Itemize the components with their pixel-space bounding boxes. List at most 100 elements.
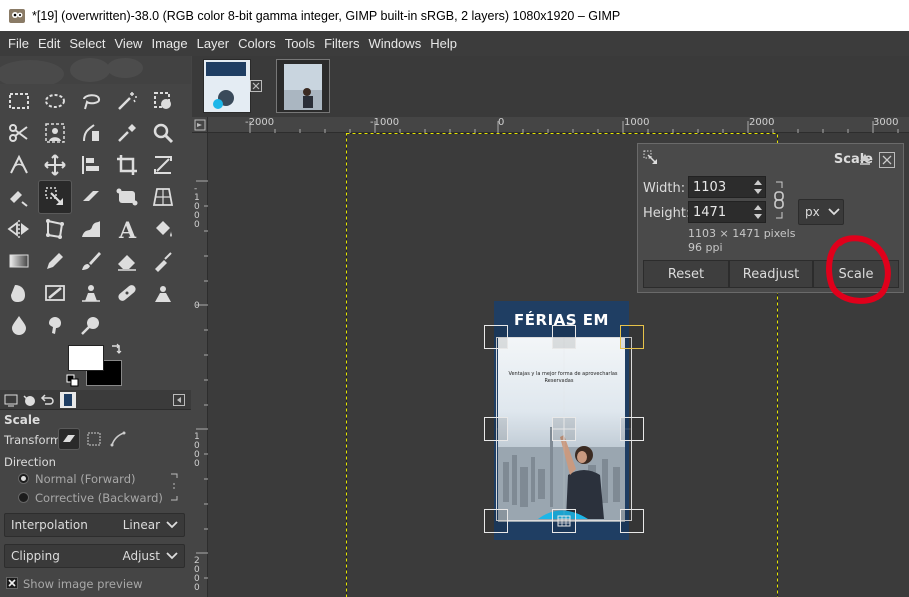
interpolation-dropdown[interactable]: Interpolation Linear bbox=[4, 513, 185, 537]
show-preview-checkbox[interactable] bbox=[6, 577, 18, 589]
scale-handle-bottom-left[interactable] bbox=[484, 509, 508, 533]
airbrush-icon[interactable] bbox=[148, 246, 178, 276]
menu-file[interactable]: File bbox=[4, 36, 33, 51]
scale-handle-top-right[interactable] bbox=[620, 325, 644, 349]
unit-value: px bbox=[805, 205, 820, 219]
scale-handle-middle-right[interactable] bbox=[620, 417, 644, 441]
rect-select-icon[interactable] bbox=[4, 86, 34, 116]
pin-dialog-icon[interactable] bbox=[859, 153, 871, 165]
menu-layer[interactable]: Layer bbox=[193, 36, 234, 51]
move-icon[interactable] bbox=[40, 150, 70, 180]
direction-normal-radio[interactable] bbox=[18, 473, 29, 484]
menu-view[interactable]: View bbox=[111, 36, 147, 51]
transform-selection-icon[interactable] bbox=[87, 432, 101, 446]
perspective-clone-icon[interactable] bbox=[148, 278, 178, 308]
unit-dropdown[interactable]: px bbox=[798, 199, 844, 225]
crop-icon[interactable] bbox=[112, 150, 142, 180]
tool-options-tab-icon[interactable] bbox=[3, 392, 19, 408]
menu-windows[interactable]: Windows bbox=[364, 36, 425, 51]
pencil-icon[interactable] bbox=[40, 246, 70, 276]
panel-menu-icon[interactable] bbox=[173, 394, 185, 406]
menu-edit[interactable]: Edit bbox=[34, 36, 64, 51]
gradient-icon[interactable] bbox=[4, 246, 34, 276]
default-colors-icon[interactable] bbox=[66, 374, 80, 388]
direction-corrective-label: Corrective (Backward) bbox=[35, 491, 163, 505]
ellipse-select-icon[interactable] bbox=[40, 86, 70, 116]
menu-colors[interactable]: Colors bbox=[234, 36, 280, 51]
clipping-dropdown[interactable]: Clipping Adjust bbox=[4, 544, 185, 568]
transform-path-icon[interactable] bbox=[110, 431, 126, 447]
undo-history-tab-icon[interactable] bbox=[39, 392, 55, 408]
grid-icon bbox=[557, 515, 571, 527]
menu-help[interactable]: Help bbox=[426, 36, 461, 51]
width-spin-arrows-icon[interactable] bbox=[751, 177, 765, 197]
image-tab-thumbnail-2[interactable] bbox=[276, 59, 330, 113]
lasso-icon[interactable] bbox=[76, 86, 106, 116]
menu-tools[interactable]: Tools bbox=[281, 36, 319, 51]
heal-icon[interactable] bbox=[112, 278, 142, 308]
align-icon[interactable] bbox=[76, 150, 106, 180]
warp-transform-icon[interactable] bbox=[4, 182, 34, 212]
horizontal-ruler[interactable]: -2000 -1000 0 1000 2000 3000 bbox=[208, 117, 909, 133]
close-dialog-icon[interactable] bbox=[879, 152, 895, 168]
dodge-burn-icon[interactable] bbox=[76, 310, 106, 340]
mypaint-brush-icon[interactable] bbox=[40, 278, 70, 308]
scale-handle-top-left[interactable] bbox=[484, 325, 508, 349]
paintbrush-icon[interactable] bbox=[76, 246, 106, 276]
flip-icon[interactable] bbox=[4, 214, 34, 244]
scale-dialog-title: Scale bbox=[833, 152, 873, 167]
clone-icon[interactable] bbox=[76, 278, 106, 308]
menu-select[interactable]: Select bbox=[65, 36, 109, 51]
ruler-label: 3000 bbox=[873, 117, 899, 128]
foreground-color-swatch-top[interactable] bbox=[68, 345, 104, 371]
scale-tool-icon[interactable] bbox=[38, 180, 72, 214]
height-value: 1471 bbox=[693, 204, 727, 220]
handle-transform-icon[interactable] bbox=[112, 182, 142, 212]
chain-link-icon[interactable] bbox=[772, 178, 786, 222]
perspective-icon[interactable] bbox=[148, 182, 178, 212]
images-tab-icon[interactable] bbox=[59, 391, 77, 409]
svg-text:A: A bbox=[118, 218, 137, 241]
close-tab-icon[interactable] bbox=[250, 80, 262, 92]
bucket-fill-icon[interactable] bbox=[148, 214, 178, 244]
measure-icon[interactable] bbox=[4, 150, 34, 180]
scale-handle-bottom-center[interactable] bbox=[552, 509, 576, 533]
image-tab-thumbnail-1[interactable] bbox=[203, 59, 251, 113]
foreground-select-icon[interactable] bbox=[40, 118, 70, 148]
device-status-tab-icon[interactable] bbox=[21, 392, 37, 408]
ruler-corner[interactable] bbox=[192, 117, 208, 133]
blur-icon[interactable] bbox=[4, 310, 34, 340]
color-select-icon[interactable] bbox=[148, 86, 178, 116]
text-tool-icon[interactable]: A bbox=[112, 214, 142, 244]
fuzzy-select-icon[interactable] bbox=[112, 86, 142, 116]
scale-handle-bottom-right[interactable] bbox=[620, 509, 644, 533]
eraser-icon[interactable] bbox=[112, 246, 142, 276]
swap-colors-icon[interactable] bbox=[109, 342, 123, 356]
readjust-button[interactable]: Readjust bbox=[729, 260, 813, 288]
menu-image[interactable]: Image bbox=[147, 36, 191, 51]
unified-transform-icon[interactable] bbox=[148, 150, 178, 180]
scale-handle-middle-left[interactable] bbox=[484, 417, 508, 441]
tool-options-panel: Scale Transform: Direction Normal (Forwa… bbox=[0, 390, 191, 597]
shear-icon[interactable] bbox=[76, 182, 106, 212]
scissors-icon[interactable] bbox=[4, 118, 34, 148]
cage-transform-icon[interactable] bbox=[40, 214, 70, 244]
width-label: Width: bbox=[643, 181, 686, 196]
reset-button[interactable]: Reset bbox=[643, 260, 729, 288]
ruler-label: -1000 bbox=[370, 117, 400, 128]
chain-link-icon[interactable] bbox=[168, 472, 180, 502]
scale-handle-top-center[interactable] bbox=[552, 325, 576, 349]
paths-icon[interactable] bbox=[76, 118, 106, 148]
scale-handle-center-pivot[interactable] bbox=[552, 417, 576, 441]
menu-filters[interactable]: Filters bbox=[320, 36, 363, 51]
show-preview-label: Show image preview bbox=[23, 577, 143, 591]
warp-icon[interactable] bbox=[76, 214, 106, 244]
transform-layer-button[interactable] bbox=[58, 428, 80, 450]
ink-icon[interactable] bbox=[4, 278, 34, 308]
color-picker-icon[interactable] bbox=[112, 118, 142, 148]
smudge-icon[interactable] bbox=[40, 310, 70, 340]
vertical-ruler[interactable]: -1000 0 1000 2000 bbox=[192, 133, 208, 597]
direction-corrective-radio[interactable] bbox=[18, 492, 29, 503]
zoom-icon[interactable] bbox=[148, 118, 178, 148]
height-spin-arrows-icon[interactable] bbox=[751, 202, 765, 222]
